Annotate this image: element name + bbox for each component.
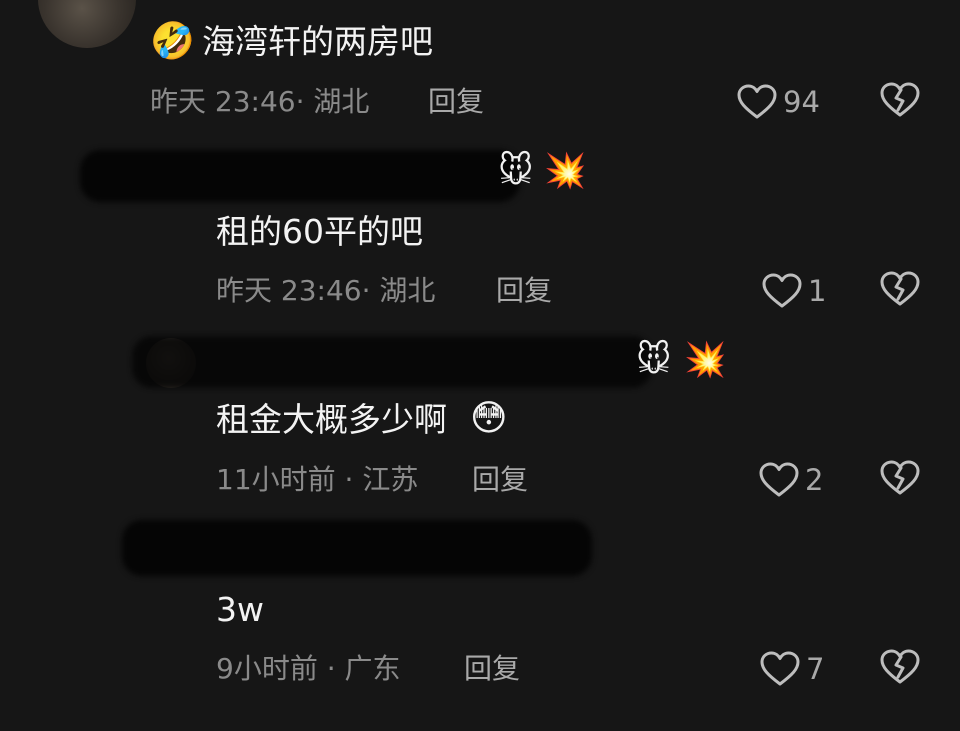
broken-heart-icon [880,271,920,306]
like-button[interactable]: 94 [737,82,820,122]
reply-button[interactable]: 回复 [472,463,528,497]
meta-separator: · [361,274,380,307]
comment-meta: 昨天 23:46· 湖北 [150,85,369,119]
like-button[interactable]: 7 [760,649,824,689]
like-count: 1 [808,274,827,308]
heart-icon [737,84,777,119]
broken-heart-icon [880,82,920,117]
comment-text: 3w [216,590,264,629]
redacted-username [122,520,592,576]
burst-emoji: 💥 [684,340,727,380]
comment-text: 租的60平的吧 [216,212,423,251]
reply-button[interactable]: 回复 [464,652,520,686]
comment-time: 11小时前 [216,463,336,496]
heart-icon [759,462,799,497]
comment-meta: 9小时前 · 广东 [216,652,401,686]
comment-thread: 🤣 海湾轩的两房吧 昨天 23:46· 湖北 回复 94 🐭 💥 租的60平的吧… [0,0,960,731]
like-count: 2 [805,463,824,497]
comment-location: 广东 [344,652,401,685]
comment-time: 昨天 23:46 [150,85,296,118]
comment-meta: 昨天 23:46· 湖北 [216,274,435,308]
redacted-username [80,150,520,202]
broken-heart-icon [880,649,920,684]
like-count: 94 [783,85,820,119]
reply-button[interactable]: 回复 [428,85,484,119]
meta-separator: · [317,652,345,685]
comment-time: 昨天 23:46 [216,274,362,307]
dislike-button[interactable] [880,271,920,311]
burst-emoji: 💥 [544,151,587,191]
heart-icon [760,651,800,686]
dislike-button[interactable] [880,460,920,500]
like-count: 7 [806,652,825,686]
like-button[interactable]: 1 [762,271,826,311]
mouse-emoji: 🐭 [498,151,534,191]
comment-location: 湖北 [313,85,370,118]
comment-location: 江苏 [362,463,419,496]
redacted-username [132,336,652,388]
like-button[interactable]: 2 [759,460,823,500]
dislike-button[interactable] [880,649,920,689]
comment-meta: 11小时前 · 江苏 [216,463,418,497]
dislike-button[interactable] [880,82,920,122]
heart-icon [762,273,802,308]
mouse-emoji: 🐭 [636,340,672,380]
avatar[interactable] [38,0,136,48]
comment-location: 湖北 [379,274,436,307]
flushed-emoji: 😳 [470,398,508,439]
reply-button[interactable]: 回复 [496,274,552,308]
laugh-emoji: 🤣 [150,21,195,62]
comment-text: 租金大概多少啊 [216,400,447,439]
broken-heart-icon [880,460,920,495]
meta-separator: · [295,85,314,118]
comment-text: 海湾轩的两房吧 [202,22,433,61]
meta-separator: · [335,463,363,496]
comment-time: 9小时前 [216,652,318,685]
